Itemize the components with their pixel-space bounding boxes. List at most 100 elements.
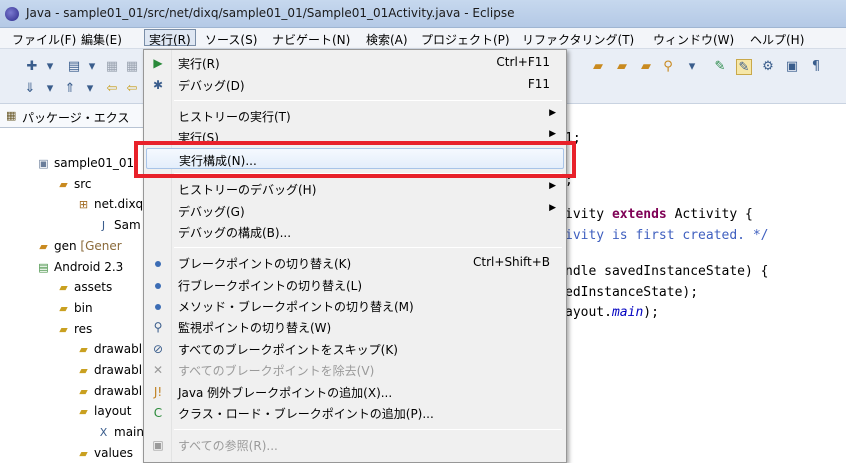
run-menu-item[interactable]: 行ブレークポイントの切り替え(L) [146, 274, 564, 295]
tree-item-label: drawabl [94, 383, 143, 398]
menu-6[interactable]: プロジェクト(P) [417, 30, 514, 47]
assets-folder-icon: ▰ [59, 281, 68, 295]
run-menu-item-label: 監視ポイントの切り替え(W) [178, 321, 332, 335]
tree-item[interactable]: ▰ drawabl [76, 382, 142, 400]
submenu-arrow-icon: ▶ [549, 108, 556, 118]
run-menu-item[interactable]: J! Java 例外ブレークポイントの追加(X)... [146, 381, 564, 402]
package-explorer: ▦ パッケージ・エクス ▣ sample01_01 ▰ src ⊞ net.dixq J Sa… [0, 104, 145, 463]
run-menu-item[interactable]: ヒストリーのデバッグ(H) ▶ [146, 178, 564, 199]
show-whitespace-icon[interactable]: ▣ [784, 59, 800, 75]
run-menu-item[interactable]: ✱ デバッグ(D) F11 [146, 74, 564, 95]
save-icon[interactable]: ▦ [104, 59, 120, 75]
run-menu-item-label: デバッグ(G) [178, 205, 245, 219]
new-class-icon[interactable]: ▤ [66, 59, 82, 75]
tree-item-label: drawabl [94, 342, 143, 357]
run-menu-item[interactable]: C クラス・ロード・ブレークポイントの追加(P)... [146, 402, 564, 423]
tree-item[interactable]: ▰ values [76, 444, 133, 462]
dropdown-arrow-icon[interactable]: ▾ [42, 81, 58, 97]
tree-item[interactable]: ▤ Android 2.3 [36, 258, 123, 276]
run-menu-dropdown: ▶ 実行(R) Ctrl+F11 ✱ デバッグ(D) F11 ヒストリーの実行(T) ▶ 実行(… [143, 49, 567, 463]
mark-occurrences-icon[interactable]: ✎ [736, 59, 752, 75]
tree-item[interactable]: ▣ sample01_01 [36, 154, 134, 172]
dropdown-arrow-icon[interactable]: ▾ [684, 59, 700, 75]
dropdown-arrow-icon[interactable]: ▾ [82, 81, 98, 97]
search-icon[interactable]: ⚲ [660, 59, 676, 75]
tree-item-label: main [114, 425, 144, 440]
run-menu-item-label: デバッグの構成(B)... [178, 226, 292, 240]
tree-item[interactable]: Xmain [96, 423, 144, 441]
run-menu-item-label: Java 例外ブレークポイントの追加(X)... [178, 386, 393, 400]
code-line: ndle savedInstanceState) { [565, 264, 769, 279]
run-menu-item[interactable]: メソッド・ブレークポイントの切り替え(M) [146, 295, 564, 316]
next-annotation-icon[interactable]: ⇓ [22, 81, 38, 97]
line-breakpoint-icon [150, 277, 166, 293]
tree-item[interactable]: ▰ drawabl [76, 340, 142, 358]
tree-item[interactable]: ▰ layout [76, 402, 131, 420]
window-title: Java - sample01_01/src/net/dixq/sample01… [26, 6, 515, 20]
run-menu-item[interactable]: ブレークポイントの切り替え(K) Ctrl+Shift+B [146, 252, 564, 273]
menu-1[interactable]: 編集(E) [77, 30, 126, 47]
tree-item[interactable]: ▰ bin [56, 299, 92, 317]
tree-item-label: Android 2.3 [54, 259, 124, 274]
run-menu-item[interactable]: ヒストリーの実行(T) ▶ [146, 105, 564, 126]
tree-item[interactable]: ▰ res [56, 320, 92, 338]
submenu-arrow-icon: ▶ [549, 129, 556, 139]
menu-separator [174, 247, 562, 248]
values-folder-icon: ▰ [79, 446, 88, 460]
submenu-arrow-icon: ▶ [549, 181, 556, 191]
save-all-icon[interactable]: ▦ [124, 59, 140, 75]
debug-icon: ✱ [152, 78, 164, 92]
package-explorer-tab[interactable]: ▦ パッケージ・エクス [0, 104, 145, 128]
skip-all-breakpoints-icon[interactable]: ✎ [712, 59, 728, 75]
tree-item[interactable]: ▰ assets [56, 278, 112, 296]
menu-2[interactable]: 実行(R) [144, 29, 196, 47]
menu-8[interactable]: ウィンドウ(W) [649, 30, 738, 47]
run-menu-item[interactable]: デバッグの構成(B)... [146, 221, 564, 242]
menu-bar: ファイル(F) 編集(E) 実行(R) ソース(S) ナビゲート(N) 検索(A) プロジェ… [0, 28, 846, 49]
java-file-icon: J [101, 219, 106, 233]
prev-annotation-icon[interactable]: ⇑ [62, 81, 78, 97]
tree-item-label: src [74, 176, 92, 191]
tree-item-label: drawabl [94, 363, 143, 377]
menu-5[interactable]: 検索(A) [362, 30, 412, 47]
tree-item-label: Sam [114, 218, 141, 233]
menu-7[interactable]: リファクタリング(T) [518, 30, 638, 47]
menu-9[interactable]: ヘルプ(H) [746, 30, 808, 47]
menu-0[interactable]: ファイル(F) [8, 30, 80, 47]
dropdown-arrow-icon[interactable]: ▾ [42, 59, 58, 75]
run-menu-item[interactable]: デバッグ(G) ▶ [146, 200, 564, 221]
tree-item[interactable]: ▰ gen [Gener [36, 237, 121, 255]
class-load-breakpoint-icon: C [153, 406, 163, 420]
run-menu-item: ✕ すべてのブレークポイントを除去(V) [146, 359, 564, 380]
references-icon: ▣ [152, 438, 164, 452]
menu-3[interactable]: ソース(S) [201, 30, 261, 47]
shortcut-label: Ctrl+Shift+B [473, 255, 550, 269]
paragraph-icon[interactable]: ¶ [808, 59, 824, 75]
tree-item[interactable]: J Sam [96, 216, 141, 234]
tree-item[interactable]: ▰ src [56, 175, 92, 193]
run-menu-item-label: すべての参照(R)... [178, 439, 278, 453]
run-menu-item-label: ヒストリーのデバッグ(H) [178, 183, 317, 197]
new-icon[interactable]: ✚ [24, 59, 40, 75]
run-menu-item[interactable]: ▶ 実行(R) Ctrl+F11 [146, 52, 564, 73]
run-menu-item[interactable]: ⚲ 監視ポイントの切り替え(W) [146, 316, 564, 337]
menu-separator [174, 429, 562, 430]
tree-item[interactable]: ▰ drawabl [76, 361, 142, 379]
code-line: edInstanceState); [565, 285, 699, 300]
open-type-icon[interactable]: ▰ [590, 59, 606, 75]
run-menu-item[interactable]: ⊘ すべてのブレークポイントをスキップ(K) [146, 338, 564, 359]
forward-icon[interactable]: ⇦ [124, 81, 140, 97]
bin-folder-icon: ▰ [59, 301, 68, 315]
res-folder-icon: ▰ [59, 322, 68, 336]
run-menu-item-label: 実行(R) [178, 57, 220, 71]
back-icon[interactable]: ⇦ [104, 81, 120, 97]
dropdown-arrow-icon[interactable]: ▾ [84, 59, 100, 75]
block-selection-icon[interactable]: ⚙ [760, 59, 776, 75]
run-icon: ▶ [153, 56, 163, 70]
tree-item[interactable]: ⊞ net.dixq [76, 195, 143, 213]
open-folder-icon[interactable]: ▰ [638, 59, 654, 75]
drawable-folder-icon: ▰ [79, 364, 88, 377]
open-task-icon[interactable]: ▰ [614, 59, 630, 75]
menu-4[interactable]: ナビゲート(N) [268, 30, 354, 47]
eclipse-icon [5, 7, 19, 21]
